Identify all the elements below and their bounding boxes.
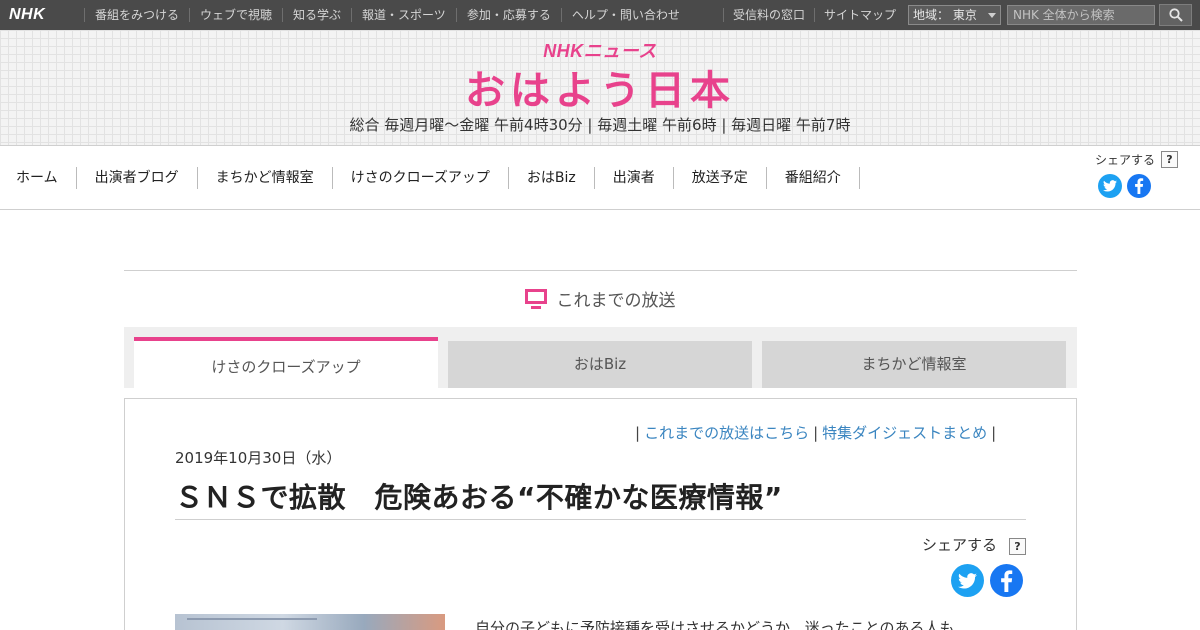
share-icons-article (951, 564, 1023, 597)
link-separator: | (635, 424, 641, 442)
gnav-item-fee[interactable]: 受信料の窓口 (723, 8, 814, 22)
search-icon (1168, 8, 1183, 22)
twitter-share-button[interactable] (951, 564, 984, 597)
tab-closeup[interactable]: けさのクローズアップ (134, 337, 438, 389)
tv-icon (524, 289, 547, 309)
article-date: 2019年10月30日（水） (175, 449, 342, 467)
link-separator: | (991, 424, 997, 442)
program-header: NHKニュース おはよう日本 総合 毎週月曜～金曜 午前4時30分 | 毎週土曜… (0, 30, 1200, 146)
digest-link[interactable]: 特集ダイジェストまとめ (822, 424, 987, 442)
share-label-text: シェアする (1095, 153, 1156, 167)
twitter-share-button[interactable] (1098, 174, 1122, 198)
pnav-item-schedule[interactable]: 放送予定 (674, 167, 767, 189)
pnav-item-blog[interactable]: 出演者ブログ (77, 167, 198, 189)
broadcast-schedule: 総合 毎週月曜～金曜 午前4時30分 | 毎週土曜 午前6時 | 毎週日曜 午前… (349, 116, 851, 134)
share-help-button[interactable]: ? (1009, 538, 1026, 555)
article-image (175, 614, 445, 630)
region-select-value: 地域： 東京 (913, 8, 977, 22)
global-nav-right: 受信料の窓口 サイトマップ (723, 0, 905, 30)
gnav-item-help[interactable]: ヘルプ・問い合わせ (560, 8, 690, 22)
tab-machikado[interactable]: まちかど情報室 (762, 341, 1066, 388)
twitter-icon (1103, 180, 1117, 192)
chevron-down-icon (988, 13, 996, 18)
gnav-item-learn[interactable]: 知る学ぶ (282, 8, 351, 22)
nhk-logo[interactable]: NHK (9, 6, 45, 24)
archive-heading: これまでの放送 (0, 286, 1200, 311)
article-body: 自分の子どもに予防接種を受けさせるかどうか、迷ったことのある人も (475, 619, 955, 630)
gnav-item-sitemap[interactable]: サイトマップ (814, 8, 905, 22)
global-nav-list: 番組をみつける ウェブで視聴 知る学ぶ 報道・スポーツ 参加・応募する ヘルプ・… (84, 0, 690, 30)
share-label-text: シェアする (922, 536, 998, 554)
article-headline: ＳＮＳで拡散 危険あおる“不確かな医療情報” (175, 476, 1026, 520)
twitter-icon (958, 572, 977, 589)
past-broadcasts-link[interactable]: これまでの放送はこちら (644, 424, 809, 442)
facebook-icon (1135, 178, 1144, 194)
pnav-item-home[interactable]: ホーム (0, 167, 77, 189)
search-button[interactable] (1159, 4, 1192, 26)
share-help-button[interactable]: ? (1161, 151, 1178, 168)
pnav-item-ohabiz[interactable]: おはBiz (509, 167, 595, 189)
archive-heading-text: これまでの放送 (556, 291, 676, 311)
pnav-item-about[interactable]: 番組紹介 (767, 167, 860, 189)
facebook-share-button[interactable] (990, 564, 1023, 597)
pnav-item-closeup[interactable]: けさのクローズアップ (333, 167, 509, 189)
gnav-item-find-programs[interactable]: 番組をみつける (84, 8, 189, 22)
article-image-detail (187, 618, 317, 620)
program-title[interactable]: おはよう日本 (0, 58, 1200, 116)
link-separator: | (813, 424, 819, 442)
facebook-icon (1001, 569, 1013, 592)
gnav-item-news-sports[interactable]: 報道・スポーツ (351, 8, 456, 22)
search-input[interactable] (1007, 5, 1155, 25)
tab-ohabiz[interactable]: おはBiz (448, 341, 752, 388)
gnav-item-web-watch[interactable]: ウェブで視聴 (189, 8, 282, 22)
pnav-item-machikado[interactable]: まちかど情報室 (198, 167, 333, 189)
share-icons-top (1098, 174, 1151, 198)
article-links: | これまでの放送はこちら | 特集ダイジェストまとめ | (631, 422, 1000, 443)
facebook-share-button[interactable] (1127, 174, 1151, 198)
global-nav-bar: NHK 番組をみつける ウェブで視聴 知る学ぶ 報道・スポーツ 参加・応募する … (0, 0, 1200, 30)
program-nav-list: ホーム 出演者ブログ まちかど情報室 けさのクローズアップ おはBiz 出演者 … (0, 167, 860, 189)
region-select[interactable]: 地域： 東京 (908, 5, 1001, 25)
pnav-item-cast[interactable]: 出演者 (595, 167, 674, 189)
program-nav: ホーム 出演者ブログ まちかど情報室 けさのクローズアップ おはBiz 出演者 … (0, 146, 1200, 210)
gnav-item-participate[interactable]: 参加・応募する (455, 8, 561, 22)
share-label-article: シェアする ? (922, 534, 1026, 555)
share-label-top: シェアする ? (1095, 151, 1178, 168)
section-divider (124, 270, 1077, 271)
